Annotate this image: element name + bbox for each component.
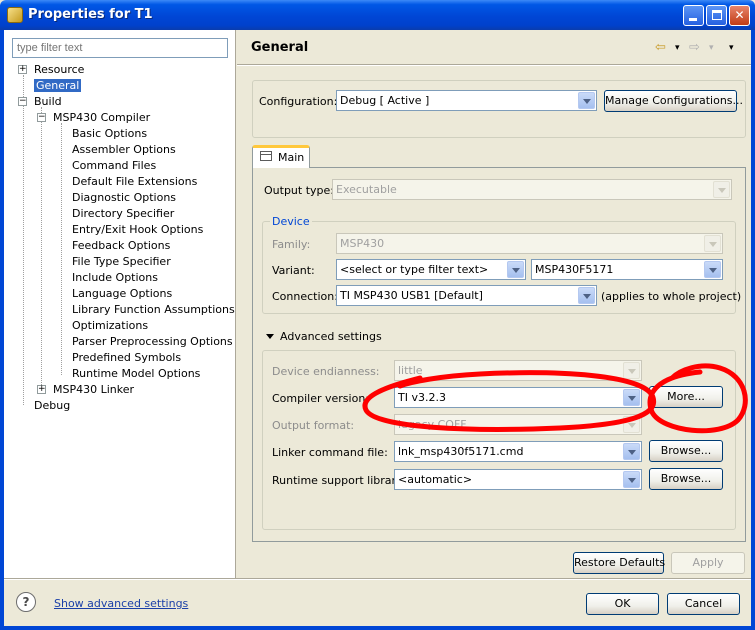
compiler-version-select[interactable]: TI v3.2.3	[394, 387, 642, 408]
maximize-icon	[712, 10, 722, 20]
show-advanced-settings-link[interactable]: Show advanced settings	[54, 597, 188, 610]
connection-note: (applies to whole project)	[601, 290, 742, 303]
ok-button[interactable]: OK	[586, 593, 659, 615]
output-type-label: Output type:	[264, 184, 334, 197]
dropdown-arrow-icon	[704, 235, 721, 252]
tree-line	[61, 123, 62, 375]
tree-item-debug[interactable]: Debug	[34, 398, 70, 414]
configuration-label: Configuration:	[259, 95, 338, 108]
window-title: Properties for T1	[28, 7, 153, 22]
tree-item-basic-options[interactable]: Basic Options	[72, 126, 147, 142]
table-icon	[260, 151, 272, 161]
tree-item-predefined-symbols[interactable]: Predefined Symbols	[72, 350, 181, 366]
forward-arrow-icon[interactable]: ⇨	[689, 40, 700, 55]
configuration-select[interactable]: Debug [ Active ]	[336, 90, 597, 111]
family-select: MSP430	[336, 233, 723, 254]
variant-select[interactable]: MSP430F5171	[531, 259, 723, 280]
tree-item-library-function-assumptions[interactable]: Library Function Assumptions	[72, 302, 235, 318]
linker-browse-button[interactable]: Browse...	[649, 440, 723, 462]
back-dropdown-icon[interactable]: ▾	[675, 43, 680, 53]
runtime-library-label: Runtime support library:	[272, 474, 406, 487]
tree-item-default-file-extensions[interactable]: Default File Extensions	[72, 174, 197, 190]
connection-select[interactable]: TI MSP430 USB1 [Default]	[336, 285, 597, 306]
dropdown-arrow-icon[interactable]	[623, 471, 640, 488]
device-legend: Device	[270, 215, 312, 228]
dropdown-arrow-icon[interactable]	[507, 261, 524, 278]
output-type-select: Executable	[332, 179, 732, 200]
tree-item-runtime-model-options[interactable]: Runtime Model Options	[72, 366, 200, 382]
filter-input[interactable]	[12, 38, 228, 58]
runtime-library-select[interactable]: <automatic>	[394, 469, 642, 490]
maximize-button[interactable]	[706, 5, 727, 26]
output-format-select: legacy COFF	[394, 414, 642, 435]
more-button[interactable]: More...	[649, 386, 723, 408]
variant-filter-select[interactable]: <select or type filter text>	[336, 259, 526, 280]
tree-item-diagnostic-options[interactable]: Diagnostic Options	[72, 190, 176, 206]
manage-configurations-button[interactable]: Manage Configurations...	[604, 90, 743, 112]
forward-dropdown-icon[interactable]: ▾	[709, 43, 714, 53]
expand-plus-icon[interactable]: +	[37, 385, 46, 394]
minimize-icon	[689, 18, 697, 21]
endianness-select: little	[394, 360, 642, 381]
navigation-pane: + Resource General − Build − MSP430 Comp…	[4, 30, 236, 578]
tab-main[interactable]: Main	[252, 145, 310, 168]
runtime-browse-button[interactable]: Browse...	[649, 468, 723, 490]
output-format-label: Output format:	[272, 419, 355, 432]
tree-item-include-options[interactable]: Include Options	[72, 270, 158, 286]
compiler-version-label: Compiler version:	[272, 392, 370, 405]
expanded-triangle-icon[interactable]	[266, 334, 274, 339]
connection-label: Connection:	[272, 290, 338, 303]
collapse-minus-icon[interactable]: −	[18, 97, 27, 106]
endianness-label: Device endianness:	[272, 365, 380, 378]
tree-item-directory-specifier[interactable]: Directory Specifier	[72, 206, 174, 222]
dropdown-arrow-icon[interactable]	[623, 389, 640, 406]
dropdown-arrow-icon	[623, 416, 640, 433]
dropdown-arrow-icon	[623, 362, 640, 379]
collapse-minus-icon[interactable]: −	[37, 113, 46, 122]
tree-item-entry-exit-hook-options[interactable]: Entry/Exit Hook Options	[72, 222, 203, 238]
dropdown-arrow-icon[interactable]	[578, 92, 595, 109]
advanced-settings-header[interactable]: Advanced settings	[280, 330, 382, 343]
expand-plus-icon[interactable]: +	[18, 65, 27, 74]
linker-command-file-select[interactable]: lnk_msp430f5171.cmd	[394, 441, 642, 462]
tree-item-general[interactable]: General	[34, 78, 82, 94]
tree-item-optimizations[interactable]: Optimizations	[72, 318, 148, 334]
tree-line	[23, 75, 24, 405]
cancel-button[interactable]: Cancel	[667, 593, 740, 615]
tree-item-parser-preprocessing-options[interactable]: Parser Preprocessing Options	[72, 334, 233, 350]
family-label: Family:	[272, 238, 311, 251]
dropdown-arrow-icon[interactable]	[704, 261, 721, 278]
footer-separator	[4, 578, 751, 580]
header-separator	[237, 64, 751, 66]
dropdown-arrow-icon[interactable]	[623, 443, 640, 460]
help-icon[interactable]: ?	[16, 592, 36, 612]
apply-button[interactable]: Apply	[671, 552, 745, 574]
tree-item-language-options[interactable]: Language Options	[72, 286, 172, 302]
dropdown-arrow-icon[interactable]	[578, 287, 595, 304]
minimize-button[interactable]	[683, 5, 704, 26]
variant-label: Variant:	[272, 264, 315, 277]
app-icon	[7, 7, 23, 23]
tree-line	[41, 107, 42, 391]
dropdown-arrow-icon	[713, 181, 730, 198]
tree-item-assembler-options[interactable]: Assembler Options	[72, 142, 176, 158]
close-button[interactable]: ✕	[729, 5, 750, 26]
linker-command-file-label: Linker command file:	[272, 446, 388, 459]
properties-page: General ⇦ ▾ ⇨ ▾ ▾ Configuration: Debug […	[237, 30, 751, 578]
close-icon: ✕	[734, 8, 745, 22]
menu-dropdown-icon[interactable]: ▾	[729, 43, 734, 53]
back-arrow-icon[interactable]: ⇦	[655, 40, 666, 55]
restore-defaults-button[interactable]: Restore Defaults	[573, 552, 665, 574]
tree-item-feedback-options[interactable]: Feedback Options	[72, 238, 170, 254]
tree-item-file-type-specifier[interactable]: File Type Specifier	[72, 254, 171, 270]
page-title: General	[251, 40, 309, 55]
title-bar: Properties for T1 ✕	[0, 0, 755, 30]
tree-item-command-files[interactable]: Command Files	[72, 158, 156, 174]
